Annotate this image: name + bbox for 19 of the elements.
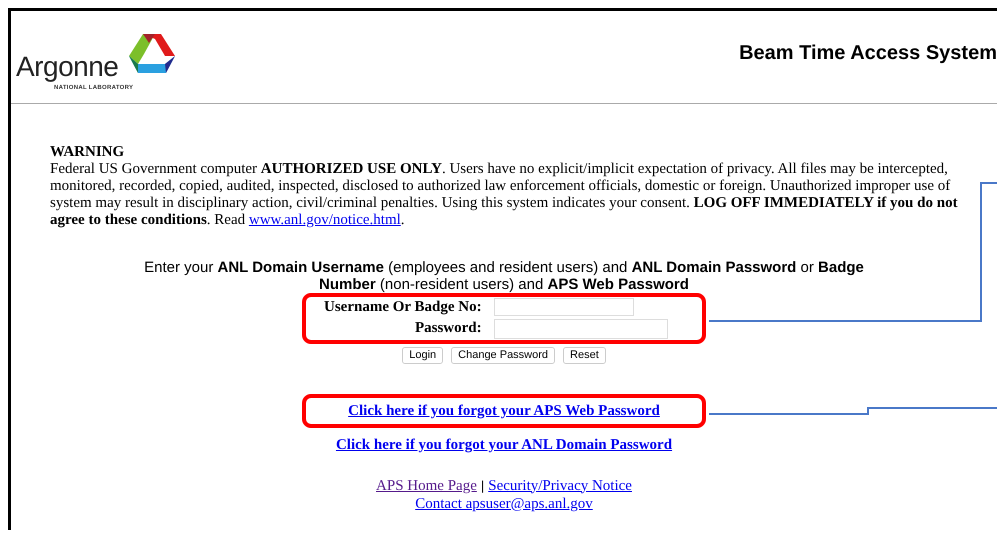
form-button[interactable]: Reset — [563, 346, 606, 364]
warning-heading: WARNING — [50, 144, 124, 161]
forgot-password-link[interactable]: Click here if you forgot your APS Web Password — [348, 402, 660, 418]
username-field[interactable] — [494, 298, 634, 316]
field-label: Password: — [414, 319, 483, 338]
form-button[interactable]: Change Password — [451, 346, 556, 364]
page-title: Beam Time Access System — [739, 42, 997, 64]
warning-text: Federal US Government computer AUTHORIZED USE ONLY. Users have no explicit/implicit expectation of privacy. All files may be intercepted, monitored, recorded, copied, audited, inspected, disclosed to authorized law enforcement officials, domestic or foreign. Unauthorized improper use of system may result in disciplinary action, civil/criminal penalties. Using this system indicates your consent. LOG OFF IMMEDIATELY if you do not agree to these conditions. Read www.anl.gov/notice.html. — [50, 161, 959, 229]
login-instructions: Enter your ANL Domain Username (employees and resident users) and ANL Domain Password or Badge Number (non-resident users) and APS Web Password — [144, 259, 864, 293]
triangle-icon — [129, 34, 175, 74]
notice-link[interactable]: www.anl.gov/notice.html — [248, 212, 401, 228]
footer-link[interactable]: Security/Privacy Notice — [488, 476, 632, 494]
contact-link[interactable]: Contact apsuser@aps.anl.gov — [415, 494, 593, 512]
field-label: Username Or Badge No: — [323, 298, 483, 317]
password-field[interactable] — [494, 318, 668, 338]
footer-link[interactable]: APS Home Page — [376, 476, 477, 494]
separator: | — [480, 476, 484, 494]
forgot-password-link[interactable]: Click here if you forgot your ANL Domain Password — [336, 436, 672, 452]
form-button[interactable]: Login — [402, 346, 444, 364]
